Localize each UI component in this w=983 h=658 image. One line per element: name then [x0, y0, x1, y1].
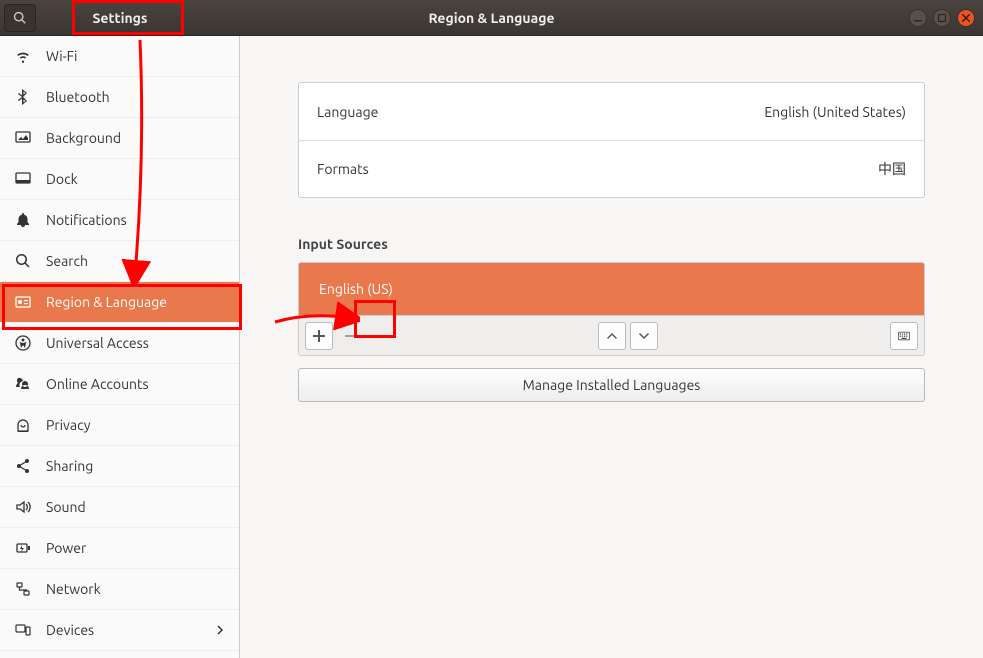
- maximize-button[interactable]: [933, 9, 951, 27]
- sidebar-item-privacy[interactable]: Privacy: [0, 405, 239, 446]
- input-sources-toolbar: [299, 315, 924, 355]
- accounts-icon: [14, 376, 32, 392]
- sidebar-item-label: Online Accounts: [46, 376, 149, 392]
- accessibility-icon: [14, 335, 32, 351]
- privacy-icon: [14, 417, 32, 433]
- remove-input-source-button[interactable]: [337, 322, 365, 350]
- background-icon: [14, 130, 32, 146]
- add-input-source-button[interactable]: [305, 322, 333, 350]
- move-up-button[interactable]: [598, 322, 626, 350]
- window-controls: [909, 9, 975, 27]
- language-row[interactable]: Language English (United States): [299, 83, 924, 140]
- keyboard-icon: [898, 330, 910, 342]
- sidebar-item-label: Dock: [46, 171, 78, 187]
- power-icon: [14, 540, 32, 556]
- share-icon: [14, 458, 32, 474]
- titlebar: Settings Region & Language: [0, 0, 983, 36]
- app-title: Settings: [0, 10, 240, 26]
- chevron-down-icon: [638, 330, 650, 342]
- sidebar-item-label: Sharing: [46, 458, 93, 474]
- sidebar-item-bluetooth[interactable]: Bluetooth: [0, 77, 239, 118]
- sidebar-item-sound[interactable]: Sound: [0, 487, 239, 528]
- formats-value: 中国: [878, 159, 906, 179]
- formats-label: Formats: [317, 161, 369, 177]
- sidebar-item-label: Background: [46, 130, 121, 146]
- sidebar-item-dock[interactable]: Dock: [0, 159, 239, 200]
- sidebar-item-network[interactable]: Network: [0, 569, 239, 610]
- input-source-item[interactable]: English (US): [299, 263, 924, 315]
- chevron-up-icon: [606, 330, 618, 342]
- region-settings-list: Language English (United States) Formats…: [298, 82, 925, 198]
- sidebar-item-label: Devices: [46, 622, 94, 638]
- sidebar-item-label: Privacy: [46, 417, 90, 433]
- sidebar-item-label: Sound: [46, 499, 86, 515]
- globe-icon: [14, 294, 32, 310]
- bluetooth-icon: [14, 89, 32, 105]
- input-source-label: English (US): [319, 281, 393, 297]
- sidebar-item-universal-access[interactable]: Universal Access: [0, 323, 239, 364]
- content-pane: Language English (United States) Formats…: [240, 36, 983, 658]
- sidebar-item-sharing[interactable]: Sharing: [0, 446, 239, 487]
- language-value: English (United States): [764, 104, 906, 120]
- devices-icon: [14, 622, 32, 638]
- chevron-right-icon: [215, 622, 225, 638]
- wifi-icon: [14, 48, 32, 64]
- sidebar-item-search[interactable]: Search: [0, 241, 239, 282]
- sidebar-item-label: Region & Language: [46, 294, 167, 310]
- sidebar-item-region-language[interactable]: Region & Language: [0, 282, 239, 323]
- language-label: Language: [317, 104, 378, 120]
- search-icon: [14, 253, 32, 269]
- input-sources-title: Input Sources: [298, 236, 925, 252]
- sidebar-item-online-accounts[interactable]: Online Accounts: [0, 364, 239, 405]
- minus-icon: [345, 330, 357, 342]
- input-sources-box: English (US): [298, 262, 925, 356]
- sidebar-item-background[interactable]: Background: [0, 118, 239, 159]
- sidebar-item-label: Universal Access: [46, 335, 149, 351]
- bell-icon: [14, 212, 32, 228]
- move-down-button[interactable]: [630, 322, 658, 350]
- sidebar-item-label: Network: [46, 581, 101, 597]
- sidebar-item-label: Wi-Fi: [46, 48, 77, 64]
- page-title: Region & Language: [428, 10, 554, 26]
- network-icon: [14, 581, 32, 597]
- plus-icon: [313, 330, 325, 342]
- sidebar-item-notifications[interactable]: Notifications: [0, 200, 239, 241]
- keyboard-layout-button[interactable]: [890, 322, 918, 350]
- sound-icon: [14, 499, 32, 515]
- close-button[interactable]: [957, 9, 975, 27]
- sidebar-item-power[interactable]: Power: [0, 528, 239, 569]
- sidebar-item-label: Search: [46, 253, 88, 269]
- sidebar-item-label: Notifications: [46, 212, 127, 228]
- search-button[interactable]: [4, 4, 36, 32]
- manage-installed-languages-button[interactable]: Manage Installed Languages: [298, 368, 925, 402]
- sidebar-item-label: Bluetooth: [46, 89, 110, 105]
- sidebar-item-devices[interactable]: Devices: [0, 610, 239, 651]
- sidebar: Wi-Fi Bluetooth Background Dock Notifica…: [0, 36, 240, 658]
- formats-row[interactable]: Formats 中国: [299, 140, 924, 197]
- sidebar-item-label: Power: [46, 540, 86, 556]
- dock-icon: [14, 171, 32, 187]
- minimize-button[interactable]: [909, 9, 927, 27]
- sidebar-item-wifi[interactable]: Wi-Fi: [0, 36, 239, 77]
